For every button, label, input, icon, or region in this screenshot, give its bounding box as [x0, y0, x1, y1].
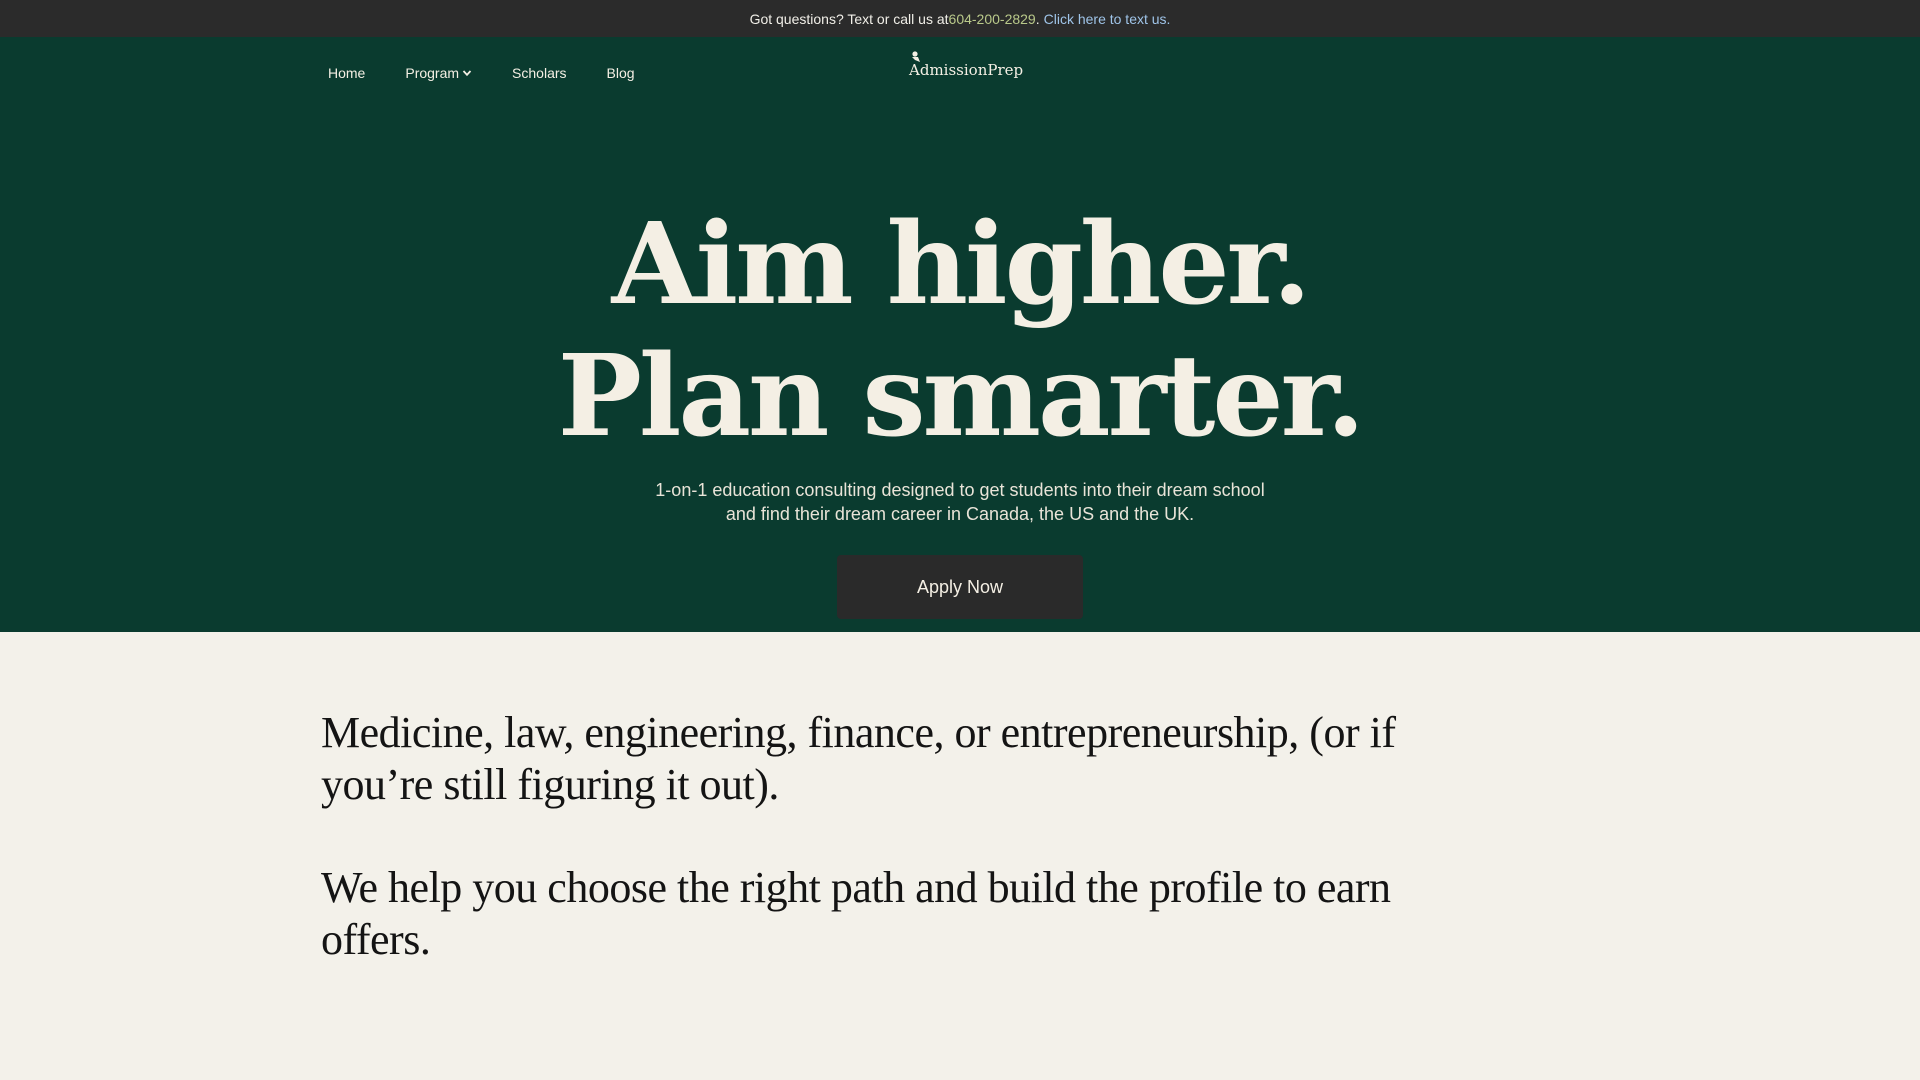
announcement-text: Got questions? Text or call us at: [749, 10, 949, 27]
intro-paragraph-2: We help you choose the right path and bu…: [321, 863, 1391, 964]
logo-text: dmissionPrep: [919, 61, 1024, 79]
logo-initial-wrap: A: [909, 51, 920, 79]
hero-subtitle: 1-on-1 education consulting designed to …: [0, 478, 1920, 526]
main-nav: Home Program Scholars Blog A dmissionPre…: [0, 37, 1920, 109]
nav-program[interactable]: Program: [405, 65, 472, 81]
nav-links: Home Program Scholars Blog: [328, 65, 635, 81]
text-us-link[interactable]: Click here to text us.: [1044, 11, 1171, 27]
intro-paragraph-1: Medicine, law, engineering, finance, or …: [321, 708, 1396, 809]
graduate-logo-icon: [912, 51, 920, 62]
nav-home-label: Home: [328, 65, 366, 81]
nav-blog-label: Blog: [606, 65, 635, 81]
intro-section: Medicine, law, engineering, finance, or …: [0, 632, 1920, 1080]
nav-home[interactable]: Home: [328, 65, 365, 81]
nav-program-label: Program: [405, 65, 460, 81]
subtitle-line-2: and find their dream career in Canada, t…: [725, 504, 1195, 524]
chevron-down-icon: [462, 70, 472, 77]
headline-line-1: Aim higher.: [611, 199, 1312, 330]
nav-scholars[interactable]: Scholars: [512, 65, 566, 81]
hero-headline: Aim higher. Plan smarter.: [0, 199, 1920, 463]
subtitle-line-1: 1-on-1 education consulting designed to …: [655, 480, 1265, 500]
announcement-separator: .: [1035, 10, 1040, 27]
apply-now-button[interactable]: Apply Now: [837, 555, 1083, 619]
phone-link[interactable]: 604-200-2829: [949, 11, 1036, 27]
nav-scholars-label: Scholars: [512, 65, 567, 81]
site-logo[interactable]: A dmissionPrep: [909, 51, 1024, 79]
announcement-bar: Got questions? Text or call us at 604-20…: [0, 0, 1920, 37]
headline-line-2: Plan smarter.: [557, 331, 1366, 462]
nav-blog[interactable]: Blog: [607, 65, 635, 81]
hero-section: Home Program Scholars Blog A dmissionPre…: [0, 37, 1920, 632]
